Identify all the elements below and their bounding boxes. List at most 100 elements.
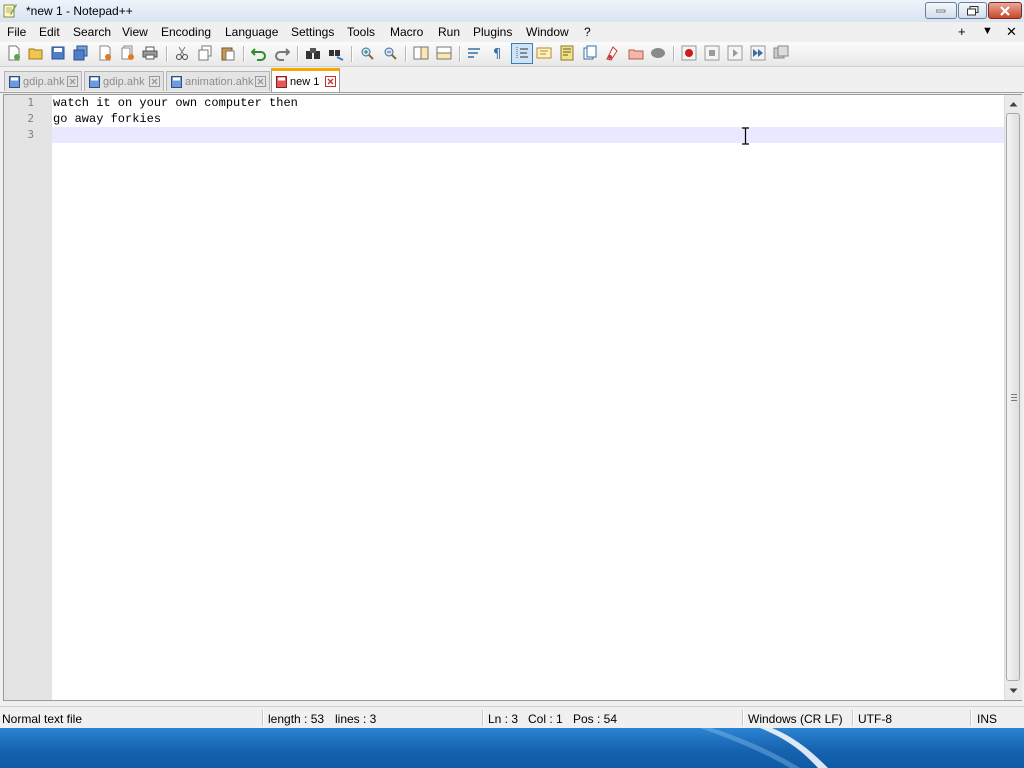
user-defined-language-icon[interactable] (536, 45, 552, 61)
status-encoding[interactable]: UTF-8 (858, 712, 892, 726)
save-all-icon[interactable] (73, 45, 89, 61)
line-number: 3 (27, 128, 34, 141)
replace-icon[interactable] (328, 45, 344, 61)
code-line[interactable]: go away forkies (52, 112, 161, 126)
menu-search[interactable]: Search (73, 25, 111, 39)
line-number-gutter (4, 95, 52, 700)
close-window-button[interactable] (988, 2, 1022, 19)
minimize-icon (936, 9, 946, 12)
sync-vertical-icon[interactable] (413, 45, 429, 61)
close-tab-icon[interactable] (149, 76, 160, 87)
copy-icon[interactable] (197, 45, 213, 61)
save-macro-icon[interactable] (773, 45, 789, 61)
menu-bar: File Edit Search View Encoding Language … (0, 22, 1024, 42)
scroll-up-button[interactable] (1005, 95, 1022, 112)
thumb-grip (1011, 400, 1017, 401)
doc-map-icon[interactable] (559, 45, 575, 61)
tab-list-dropdown-icon[interactable]: ▼ (982, 25, 993, 37)
close-tab-icon[interactable] (255, 76, 266, 87)
saved-file-icon (89, 75, 100, 88)
scrollbar-thumb[interactable] (1006, 113, 1020, 681)
thumb-grip (1011, 394, 1017, 395)
close-icon[interactable] (97, 45, 113, 61)
line-number: 1 (27, 96, 34, 109)
close-all-icon[interactable] (120, 45, 136, 61)
redo-icon[interactable] (274, 45, 290, 61)
playback-macro-icon[interactable] (727, 45, 743, 61)
folder-as-workspace-icon[interactable] (605, 45, 621, 61)
paste-icon[interactable] (220, 45, 236, 61)
status-ln: Ln : 3 (488, 712, 519, 726)
undo-icon[interactable] (251, 45, 267, 61)
restore-icon (966, 5, 978, 15)
text-editor[interactable]: 1 2 3 watch it on your own computer then… (3, 94, 1022, 701)
save-icon[interactable] (50, 45, 66, 61)
toolbar-separator (297, 46, 299, 62)
status-eol[interactable]: Windows (CR LF) (748, 712, 843, 726)
record-oval-icon[interactable] (650, 45, 666, 61)
line-number: 2 (27, 112, 34, 125)
thumb-grip (1011, 397, 1017, 398)
tab-label: gdip.ahk (103, 75, 145, 88)
status-pos: Pos : 54 (573, 712, 618, 726)
menu-language[interactable]: Language (225, 25, 278, 39)
menu-window[interactable]: Window (526, 25, 569, 39)
vertical-scrollbar[interactable] (1004, 95, 1022, 700)
tab-label: animation.ahk (185, 75, 254, 88)
cut-icon[interactable] (174, 45, 190, 61)
menu-macro[interactable]: Macro (390, 25, 423, 39)
tab-gdip-ahk-2[interactable]: gdip.ahk (84, 71, 164, 91)
open-file-icon[interactable] (28, 45, 44, 61)
tab-animation-ahk[interactable]: animation.ahk (166, 71, 270, 91)
scroll-down-button[interactable] (1005, 682, 1022, 699)
status-length: length : 53 (268, 712, 325, 726)
status-insert-mode[interactable]: INS (977, 712, 997, 726)
menu-file[interactable]: File (7, 25, 26, 39)
menu-view[interactable]: View (122, 25, 148, 39)
toolbar-separator (405, 46, 407, 62)
stop-recording-icon[interactable] (704, 45, 720, 61)
title-bar[interactable]: *new 1 - Notepad++ (0, 0, 1024, 23)
menu-run[interactable]: Run (438, 25, 460, 39)
status-divider (482, 710, 484, 726)
toolbar-separator (166, 46, 168, 62)
record-macro-icon[interactable] (681, 45, 697, 61)
status-divider (852, 710, 854, 726)
sync-horizontal-icon[interactable] (436, 45, 452, 61)
monitoring-icon[interactable] (628, 45, 644, 61)
menu-encoding[interactable]: Encoding (161, 25, 211, 39)
menu-edit[interactable]: Edit (39, 25, 60, 39)
close-tab-icon[interactable] (325, 76, 336, 87)
menu-plugins[interactable]: Plugins (473, 25, 512, 39)
menu-settings[interactable]: Settings (291, 25, 334, 39)
menu-help[interactable]: ? (584, 25, 591, 39)
desktop-wallpaper-streak (700, 728, 828, 768)
run-macro-multiple-icon[interactable] (750, 45, 766, 61)
minimize-button[interactable] (925, 2, 957, 19)
svg-text:¶: ¶ (493, 47, 501, 61)
restore-button[interactable] (958, 2, 987, 19)
close-tab-icon[interactable] (67, 76, 78, 87)
word-wrap-icon[interactable] (467, 45, 483, 61)
zoom-in-icon[interactable] (359, 45, 375, 61)
show-all-chars-icon[interactable]: ¶ (490, 45, 506, 61)
status-lines: lines : 3 (335, 712, 377, 726)
tab-new-1[interactable]: new 1 (271, 68, 340, 92)
zoom-out-icon[interactable] (382, 45, 398, 61)
tab-gdip-ahk-1[interactable]: gdip.ahk (4, 71, 82, 91)
saved-file-icon (171, 75, 182, 88)
close-document-icon[interactable]: ✕ (1006, 24, 1017, 40)
scroll-down-arrow-icon (1009, 688, 1018, 693)
new-tab-plus-icon[interactable]: + (958, 24, 966, 39)
status-col: Col : 1 (528, 712, 563, 726)
code-line[interactable]: watch it on your own computer then (52, 96, 298, 110)
menu-tools[interactable]: Tools (347, 25, 375, 39)
scroll-up-arrow-icon (1009, 101, 1018, 106)
print-icon[interactable] (142, 45, 158, 61)
status-file-type: Normal text file (2, 712, 83, 726)
text-cursor-icon (742, 127, 749, 145)
new-file-icon[interactable] (6, 45, 22, 61)
function-list-icon[interactable] (582, 45, 598, 61)
find-icon[interactable] (305, 45, 321, 61)
toolbar-separator (351, 46, 353, 62)
